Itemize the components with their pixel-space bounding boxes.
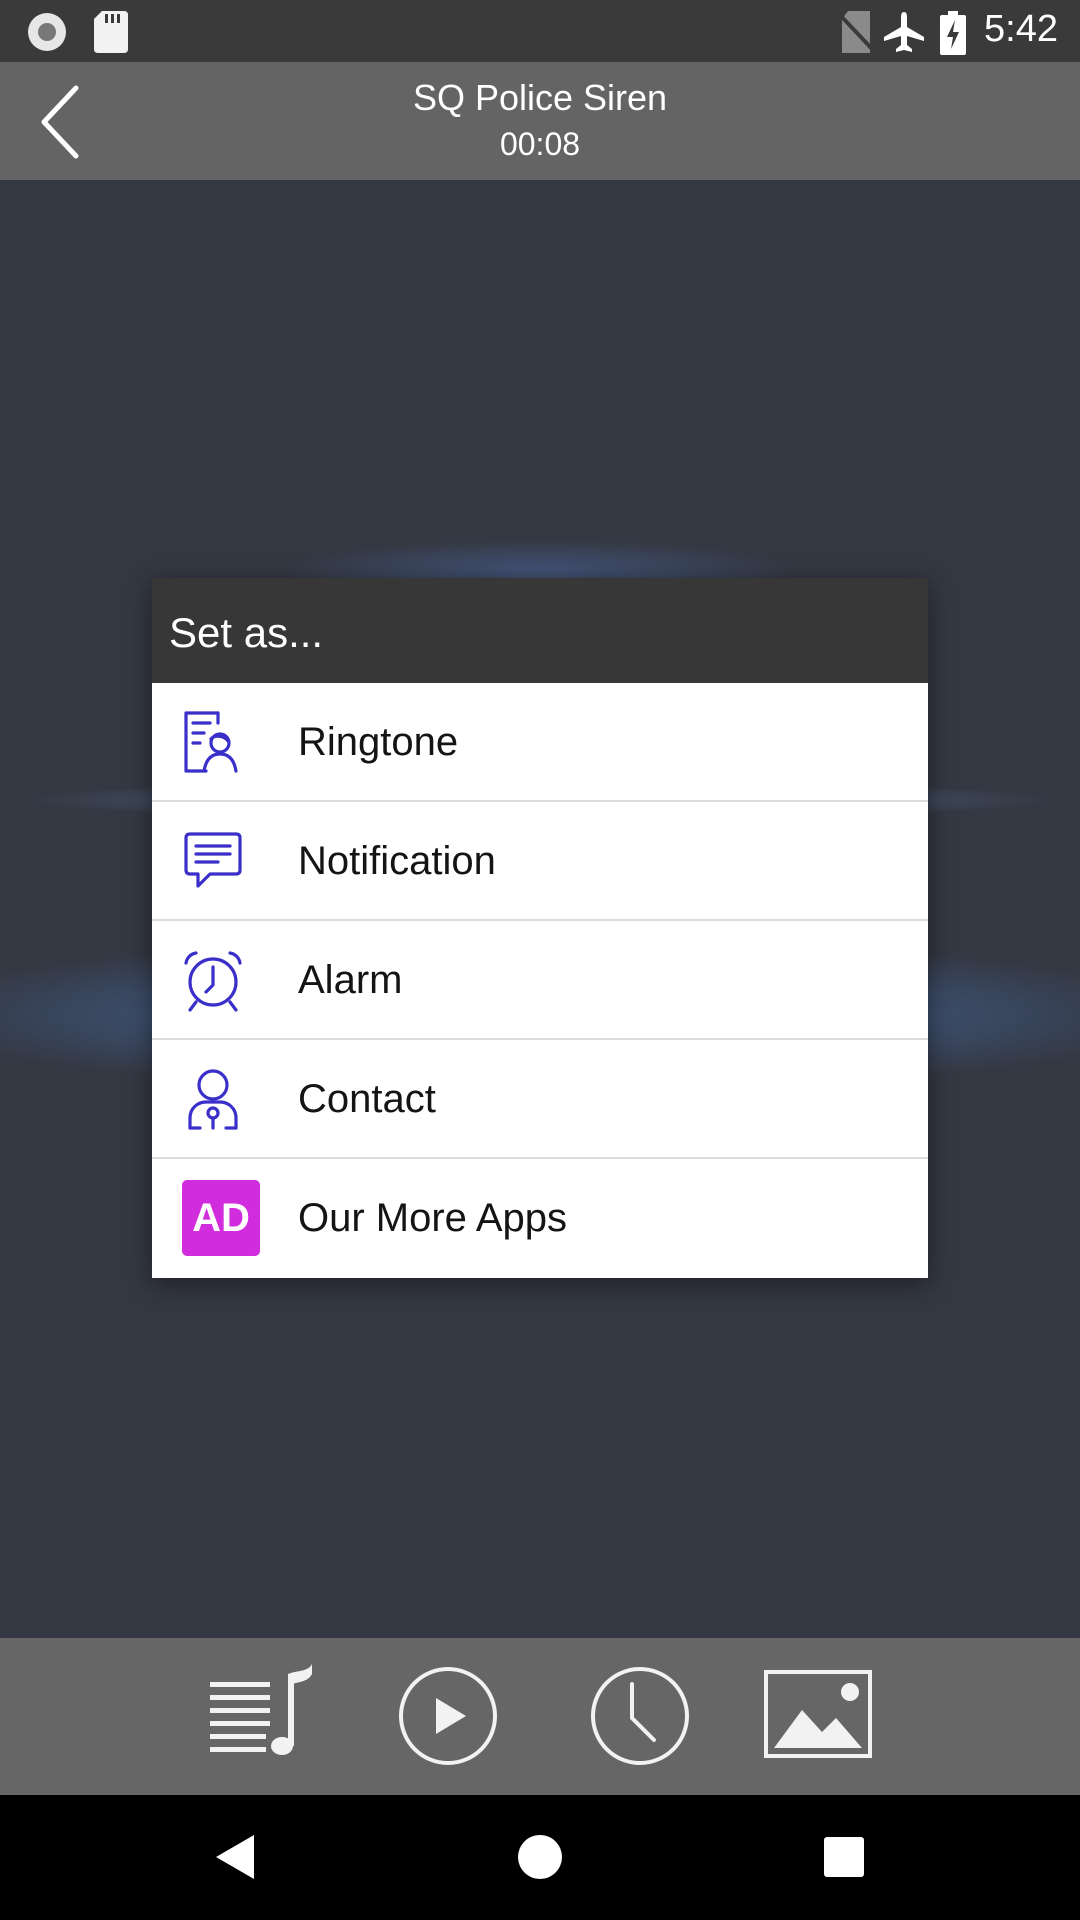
record-icon xyxy=(28,13,66,51)
item-label: Notification xyxy=(298,839,496,883)
our-more-apps-item[interactable]: AD Our More Apps xyxy=(152,1159,928,1278)
system-nav-bar xyxy=(0,1795,1080,1920)
alarm-icon xyxy=(184,951,242,1012)
play-icon[interactable] xyxy=(392,1660,504,1772)
set-as-dialog: Set as... Ringtone Notification Alarm Co… xyxy=(152,578,928,1278)
battery-charging-icon xyxy=(940,11,966,55)
playlist-icon[interactable] xyxy=(208,1660,320,1772)
ringtone-icon xyxy=(184,711,238,773)
status-bar: 5:42 xyxy=(0,0,1080,62)
sound-title: SQ Police Siren xyxy=(412,77,668,118)
sd-card-icon xyxy=(94,11,128,53)
dialog-title: Set as... xyxy=(152,578,928,683)
clock-icon[interactable] xyxy=(584,1660,696,1772)
airplane-mode-icon xyxy=(884,12,924,52)
set-as-contact-item[interactable]: Contact xyxy=(152,1040,928,1159)
player-toolbar xyxy=(0,1638,1080,1795)
ad-icon: AD xyxy=(182,1180,260,1256)
item-label: Our More Apps xyxy=(298,1196,568,1240)
item-label: Ringtone xyxy=(298,720,459,764)
status-time: 5:42 xyxy=(984,8,1058,50)
set-as-notification-item[interactable]: Notification xyxy=(152,802,928,921)
notification-icon xyxy=(184,832,242,888)
item-label: Alarm xyxy=(298,958,403,1002)
image-icon[interactable] xyxy=(762,1660,874,1772)
back-triangle-icon[interactable] xyxy=(202,1825,266,1889)
item-label: Contact xyxy=(298,1077,436,1121)
app-header: SQ Police Siren 00:08 xyxy=(0,62,1080,180)
contact-icon xyxy=(188,1069,238,1130)
no-sim-icon xyxy=(840,11,874,53)
set-as-ringtone-item[interactable]: Ringtone xyxy=(152,683,928,802)
set-as-alarm-item[interactable]: Alarm xyxy=(152,921,928,1040)
recents-square-icon[interactable] xyxy=(812,1825,876,1889)
home-circle-icon[interactable] xyxy=(508,1825,572,1889)
sound-duration: 00:08 xyxy=(499,126,581,162)
